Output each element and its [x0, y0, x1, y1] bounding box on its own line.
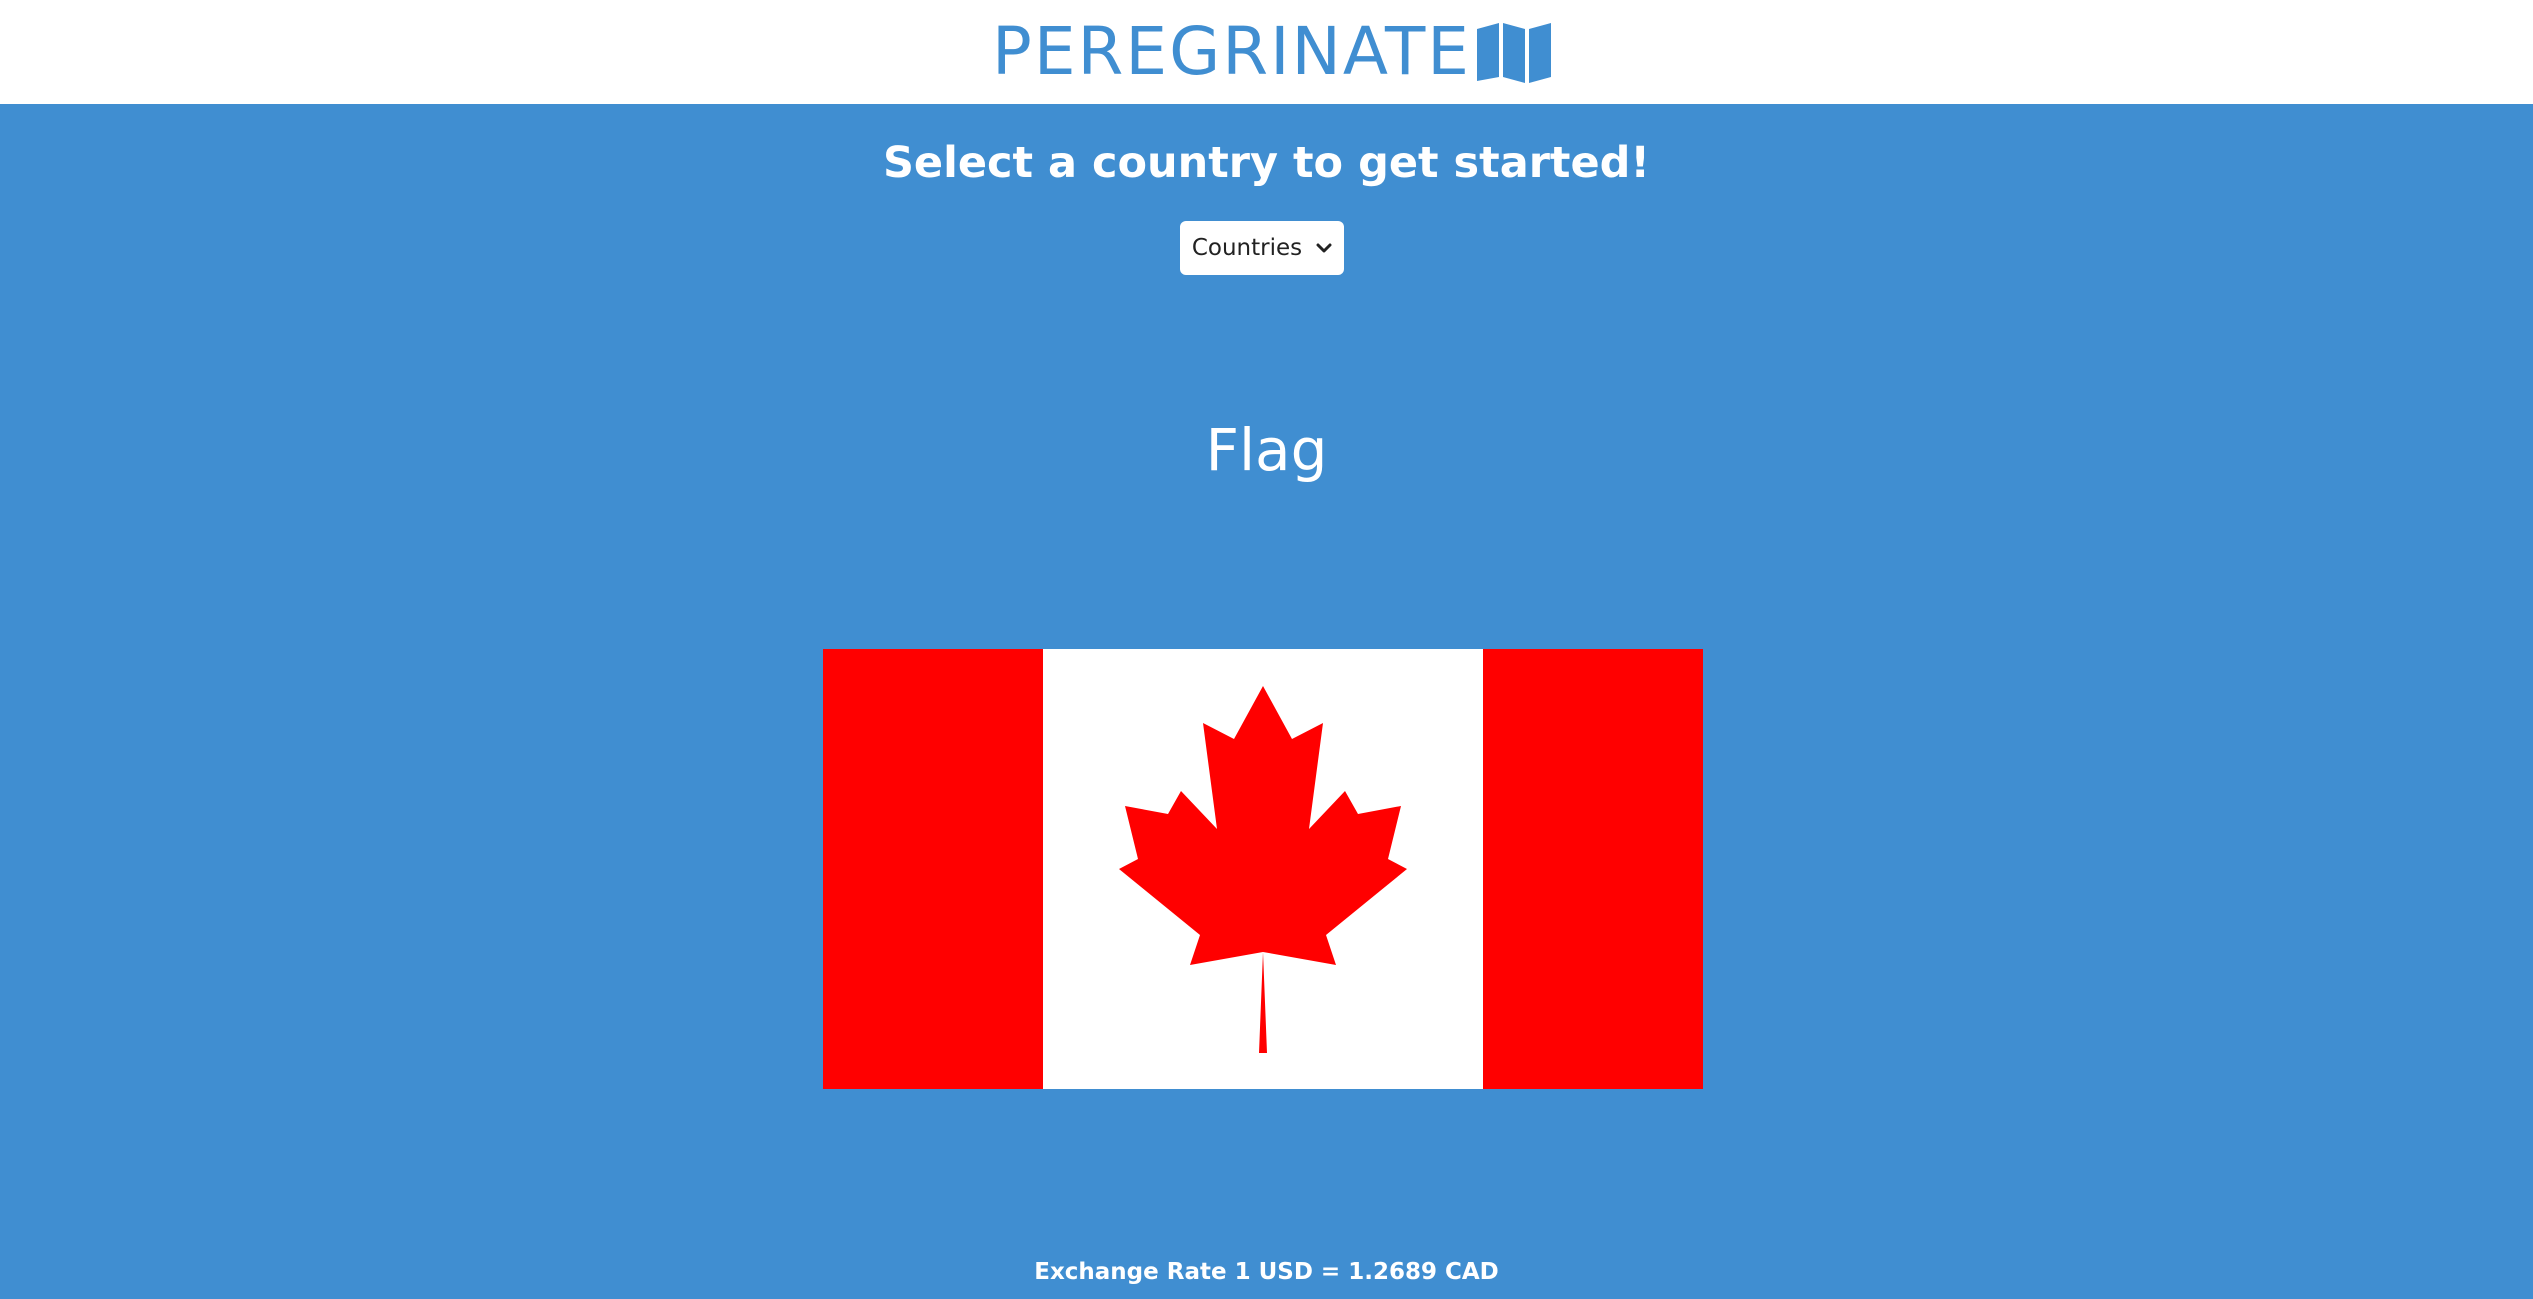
canada-flag-image — [823, 649, 1703, 1089]
country-select[interactable]: Countries — [1180, 221, 1344, 275]
exchange-rate-text: Exchange Rate 1 USD = 1.2689 CAD — [1034, 1259, 1499, 1285]
folded-map-icon — [1476, 23, 1551, 83]
flag-section-title: Flag — [1205, 416, 1328, 484]
brand-logo[interactable]: PEREGRINATE — [992, 19, 1553, 85]
main-content: Select a country to get started! Countri… — [0, 104, 2533, 1299]
chevron-down-icon — [1316, 243, 1332, 253]
country-select-label: Countries — [1191, 235, 1303, 261]
app-header: PEREGRINATE — [0, 0, 2533, 104]
page-prompt: Select a country to get started! — [882, 138, 1651, 188]
brand-name: PEREGRINATE — [992, 13, 1471, 90]
